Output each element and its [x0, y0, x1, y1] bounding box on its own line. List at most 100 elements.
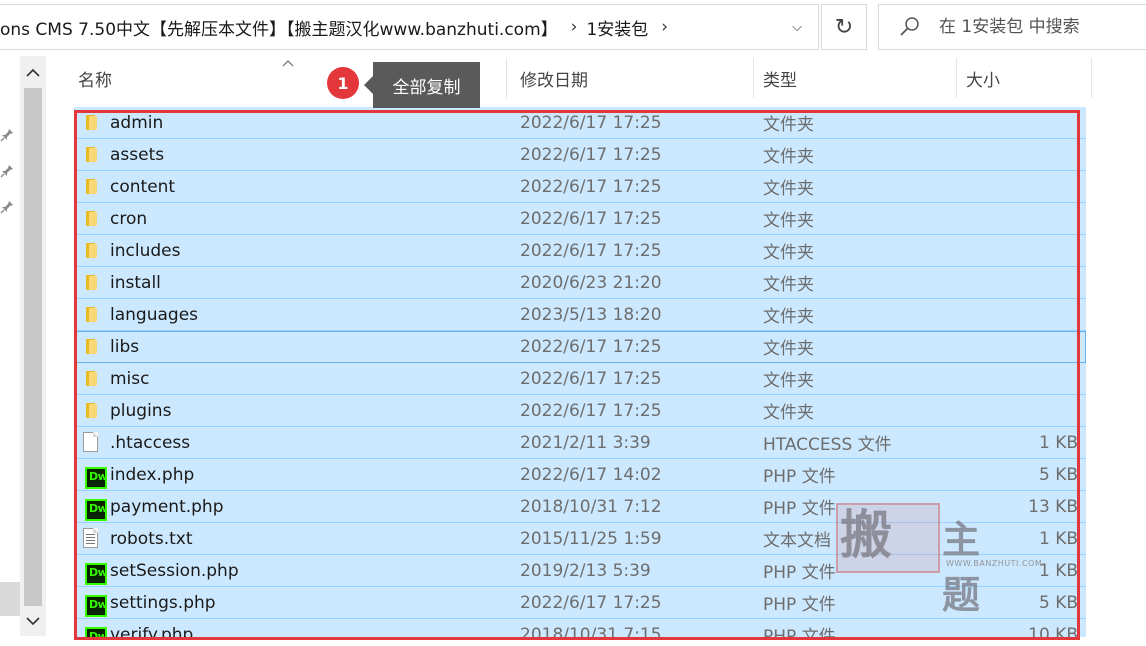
dreamweaver-icon: Dw: [81, 624, 108, 637]
file-date: 2022/6/17 17:25: [520, 112, 662, 133]
folder-icon: [81, 176, 101, 196]
file-size: 5 KB: [1038, 592, 1078, 613]
file-date: 2022/6/17 17:25: [520, 368, 662, 389]
file-size: 5 KB: [1038, 464, 1078, 485]
file-name: robots.txt: [110, 528, 193, 549]
pin-icon[interactable]: [0, 164, 16, 180]
file-icon: [81, 432, 101, 452]
scroll-down-icon[interactable]: [20, 606, 46, 636]
column-header-size[interactable]: 大小: [966, 56, 1086, 100]
file-row[interactable]: Dw index.php 2022/6/17 14:02 PHP 文件 5 KB: [74, 459, 1086, 491]
file-type: PHP 文件: [763, 499, 836, 519]
navigation-scrollbar[interactable]: [20, 56, 46, 636]
folder-icon: [81, 400, 101, 420]
file-row[interactable]: Dw setSession.php 2019/2/13 5:39 PHP 文件 1 KB: [74, 555, 1086, 587]
file-date: 2019/2/13 5:39: [520, 560, 651, 581]
file-row[interactable]: cron 2022/6/17 17:25 文件夹: [74, 203, 1086, 235]
file-name: includes: [110, 240, 181, 261]
file-row[interactable]: libs 2022/6/17 17:25 文件夹: [74, 331, 1086, 363]
file-row[interactable]: assets 2022/6/17 17:25 文件夹: [74, 139, 1086, 171]
file-type: 文件夹: [763, 307, 814, 327]
file-name: libs: [110, 336, 140, 357]
breadcrumb-separator-end[interactable]: ›: [648, 17, 677, 37]
search-box[interactable]: [878, 4, 1146, 50]
file-row[interactable]: admin 2022/6/17 17:25 文件夹: [74, 107, 1086, 139]
file-row[interactable]: includes 2022/6/17 17:25 文件夹: [74, 235, 1086, 267]
dreamweaver-icon: Dw: [81, 592, 108, 617]
file-row[interactable]: Dw settings.php 2022/6/17 17:25 PHP 文件 5 KB: [74, 587, 1086, 619]
pin-icon[interactable]: [0, 128, 16, 144]
file-type: 文件夹: [763, 147, 814, 167]
text-file-icon: [81, 528, 101, 548]
file-type: 文件夹: [763, 371, 814, 391]
breadcrumb-parent[interactable]: ons CMS 7.50中文【先解压本文件】【搬主题汉化www.banzhuti…: [0, 15, 558, 40]
folder-icon: [81, 336, 101, 356]
file-row[interactable]: content 2022/6/17 17:25 文件夹: [74, 171, 1086, 203]
file-name: plugins: [110, 400, 172, 421]
file-type: PHP 文件: [763, 595, 836, 615]
file-row[interactable]: Dw verify.php 2018/10/31 7:15 PHP 文件 10 KB: [74, 619, 1086, 637]
folder-icon: [81, 112, 101, 132]
file-date: 2022/6/17 17:25: [520, 208, 662, 229]
scrollbar-thumb[interactable]: [24, 88, 42, 606]
file-date: 2018/10/31 7:15: [520, 624, 662, 638]
file-name: misc: [110, 368, 150, 389]
file-rows: admin 2022/6/17 17:25 文件夹 assets 2022/6/17 1…: [74, 107, 1086, 637]
file-name: index.php: [110, 464, 195, 485]
column-divider[interactable]: [506, 58, 507, 98]
file-size: 1 KB: [1038, 528, 1078, 549]
dreamweaver-icon: Dw: [81, 560, 108, 585]
folder-icon: [81, 144, 101, 164]
file-type: 文件夹: [763, 275, 814, 295]
column-divider[interactable]: [1091, 58, 1092, 98]
pin-icon[interactable]: [0, 200, 16, 216]
file-row[interactable]: misc 2022/6/17 17:25 文件夹: [74, 363, 1086, 395]
scroll-up-icon[interactable]: [20, 58, 46, 88]
file-size: 13 KB: [1028, 496, 1078, 517]
file-type: PHP 文件: [763, 627, 836, 637]
column-divider[interactable]: [753, 58, 754, 98]
file-type: 文件夹: [763, 403, 814, 423]
column-divider[interactable]: [956, 58, 957, 98]
breadcrumb-current[interactable]: 1安装包: [586, 15, 648, 40]
file-row[interactable]: .htaccess 2021/2/11 3:39 HTACCESS 文件 1 KB: [74, 427, 1086, 459]
file-type: 文件夹: [763, 339, 814, 359]
file-row[interactable]: languages 2023/5/13 18:20 文件夹: [74, 299, 1086, 331]
file-type: 文件夹: [763, 243, 814, 263]
folder-icon: [81, 272, 101, 292]
column-header-date[interactable]: 修改日期: [520, 56, 750, 100]
file-type: 文本文档: [763, 531, 831, 551]
file-row[interactable]: robots.txt 2015/11/25 1:59 文本文档 1 KB: [74, 523, 1086, 555]
file-date: 2022/6/17 17:25: [520, 400, 662, 421]
search-input[interactable]: [939, 17, 1139, 37]
file-row[interactable]: plugins 2022/6/17 17:25 文件夹: [74, 395, 1086, 427]
file-row[interactable]: install 2020/6/23 21:20 文件夹: [74, 267, 1086, 299]
column-header-type[interactable]: 类型: [763, 56, 953, 100]
file-type: 文件夹: [763, 179, 814, 199]
file-date: 2023/5/13 18:20: [520, 304, 662, 325]
file-size: 1 KB: [1038, 560, 1078, 581]
file-size: 1 KB: [1038, 432, 1078, 453]
tooltip-copy-all: 全部复制: [364, 62, 480, 108]
breadcrumb-separator[interactable]: ›: [558, 17, 587, 37]
file-date: 2022/6/17 17:25: [520, 176, 662, 197]
toolbar: ons CMS 7.50中文【先解压本文件】【搬主题汉化www.banzhuti…: [0, 0, 1146, 56]
file-date: 2022/6/17 17:25: [520, 240, 662, 261]
folder-icon: [81, 304, 101, 324]
address-bar[interactable]: ons CMS 7.50中文【先解压本文件】【搬主题汉化www.banzhuti…: [0, 4, 819, 50]
address-dropdown-icon[interactable]: ⌵: [782, 5, 812, 49]
file-type: PHP 文件: [763, 467, 836, 487]
file-type: PHP 文件: [763, 563, 836, 583]
file-row[interactable]: Dw payment.php 2018/10/31 7:12 PHP 文件 13 KB: [74, 491, 1086, 523]
file-name: .htaccess: [110, 432, 191, 453]
search-icon: [899, 16, 921, 38]
file-date: 2022/6/17 14:02: [520, 464, 662, 485]
file-name: setSession.php: [110, 560, 239, 581]
refresh-button[interactable]: ↻: [821, 4, 867, 50]
file-date: 2022/6/17 17:25: [520, 592, 662, 613]
file-type: HTACCESS 文件: [763, 435, 892, 455]
file-name: cron: [110, 208, 148, 229]
folder-icon: [81, 368, 101, 388]
file-name: payment.php: [110, 496, 224, 517]
nav-selected-item[interactable]: [0, 582, 20, 616]
